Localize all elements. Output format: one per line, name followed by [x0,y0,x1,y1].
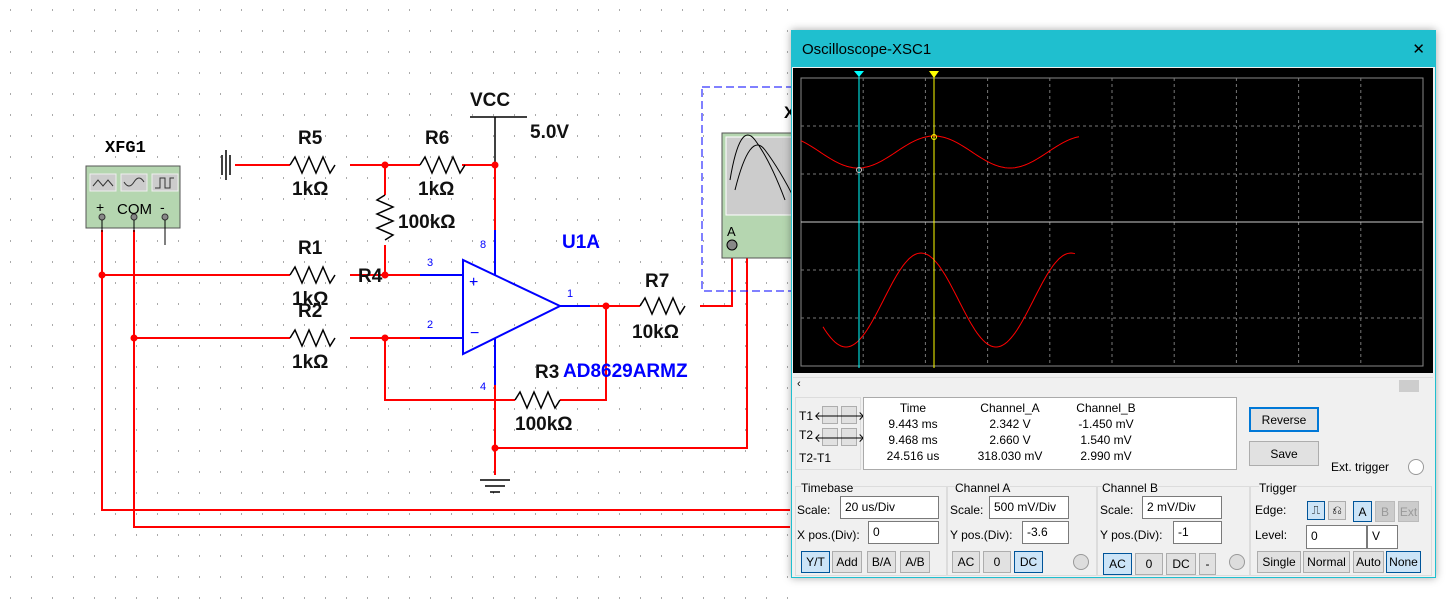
channel-a-scale-field[interactable]: 500 mV/Div [989,496,1069,519]
window-title: Oscilloscope-XSC1 [802,40,932,58]
scroll-thumb[interactable] [1399,380,1419,392]
channel-b-dc-button[interactable]: DC [1166,553,1196,575]
timebase-xpos-label: X pos.(Div): [797,528,860,542]
measure-row-diff: 24.516 us 318.030 mV 2.990 mV [886,449,1132,463]
r6-value: 1kΩ [418,179,454,200]
channel-b-ac-button[interactable]: AC [1103,553,1132,575]
xfg-pin-com: COM [117,201,152,218]
svg-text:1: 1 [567,288,573,300]
channel-b-trace [822,252,1076,348]
r4-ref: R4 [358,266,383,287]
vcc-label: VCC [470,90,510,111]
timebase-xpos-field[interactable]: 0 [868,521,939,544]
timebase-scale-label: Scale: [797,503,831,517]
timebase-title: Timebase [801,481,854,495]
labels: VCC 5.0V R5 1kΩ R6 1kΩ 100kΩ R4 R1 1kΩ R… [292,90,688,435]
channel-b-ypos-field[interactable]: -1 [1173,521,1222,544]
trigger-normal-button[interactable]: Normal [1303,551,1350,573]
channel-a-ypos-label: Y pos.(Div): [950,528,1013,542]
trigger-level-field[interactable]: 0 [1306,525,1367,549]
t1-right-button[interactable]: 🡒 [833,406,865,424]
channel-a-color-radio[interactable] [1073,554,1089,570]
trigger-title: Trigger [1259,481,1297,495]
title-bar[interactable]: Oscilloscope-XSC1 ✕ [792,31,1435,67]
channel-b-minus-button[interactable]: - [1199,553,1216,575]
r6-ref: R6 [425,128,449,149]
r1-ref: R1 [298,238,323,259]
measure-row-t1: 9.443 ms 2.342 V -1.450 mV [888,417,1134,431]
r7-value: 10kΩ [632,322,679,343]
t2-right-button[interactable]: 🡒 [833,428,865,446]
horizontal-scrollbar[interactable]: ‹ [793,377,1433,393]
close-icon[interactable]: ✕ [1412,40,1425,58]
channel-a-title: Channel A [955,481,1011,495]
xfg-pin-plus: + [96,199,104,215]
ext-trigger-radio[interactable] [1408,459,1424,475]
r3-value: 100kΩ [515,414,573,435]
opamp-ref: U1A [562,232,600,253]
r5-ref: R5 [298,128,323,149]
r2-ref: R2 [298,301,322,322]
mode-yt-button[interactable]: Y/T [801,551,830,573]
trigger-auto-button[interactable]: Auto [1353,551,1384,573]
scope-pin-a: A [727,224,736,239]
trigger-none-button[interactable]: None [1386,551,1421,573]
trigger-single-button[interactable]: Single [1257,551,1301,573]
channel-b-scale-label: Scale: [1100,503,1134,517]
r7-ref: R7 [645,271,669,292]
svg-text:3: 3 [427,257,433,269]
channel-a-ypos-field[interactable]: -3.6 [1022,521,1069,544]
function-generator-xfg1[interactable]: XFG1 + COM - [85,139,181,245]
trigger-source-a-button[interactable]: A [1353,501,1372,522]
svg-text:8: 8 [480,239,486,251]
channel-a-scale-label: Scale: [950,503,984,517]
vcc-value: 5.0V [530,122,569,143]
rising-edge-icon[interactable]: ⎍ [1307,501,1325,520]
t2-label: T2 [799,428,814,442]
channel-a-ac-button[interactable]: AC [952,551,980,573]
t1-label: T1 [799,409,814,423]
svg-text:−: − [470,325,479,342]
trigger-edge-label: Edge: [1255,503,1287,517]
channel-a-trace [800,135,1080,169]
trigger-unit-field[interactable]: V [1367,525,1398,549]
opamp-part: AD8629ARMZ [563,361,688,382]
r4-value: 100kΩ [398,212,456,233]
channel-a-zero-button[interactable]: 0 [983,551,1011,573]
reverse-button[interactable]: Reverse [1249,407,1319,432]
scroll-left-icon[interactable]: ‹ [797,378,801,390]
ext-trigger-label: Ext. trigger [1331,460,1390,474]
mode-ab-button[interactable]: A/B [900,551,930,573]
channel-a-dc-button[interactable]: DC [1014,551,1043,573]
r3-ref: R3 [535,362,559,383]
channel-b-zero-button[interactable]: 0 [1135,553,1163,575]
r5-value: 1kΩ [292,179,328,200]
t2-t1-label: T2-T1 [799,451,832,465]
trigger-level-label: Level: [1255,528,1288,542]
svg-text:4: 4 [480,381,486,393]
oscilloscope-window[interactable]: Oscilloscope-XSC1 ✕ ‹ T1 🡐 🡒 T2 🡐 🡒 T2-T… [791,30,1436,578]
r2-value: 1kΩ [292,352,328,373]
mode-ba-button[interactable]: B/A [867,551,896,573]
mode-add-button[interactable]: Add [832,551,862,573]
trigger-source-ext-button[interactable]: Ext [1398,501,1419,522]
timebase-scale-field[interactable]: 20 us/Div [840,496,939,519]
channel-b-scale-field[interactable]: 2 mV/Div [1142,496,1222,519]
measurement-table: Time Channel_A Channel_B 9.443 ms 2.342 V -1… [863,397,1237,470]
xfg-label: XFG1 [105,139,146,158]
cursor-t1-handle-icon[interactable] [854,71,864,77]
trigger-source-b-button[interactable]: B [1375,501,1395,522]
channel-b-color-radio[interactable] [1229,554,1245,570]
scope-icon[interactable]: A X [701,86,798,292]
scope-display[interactable] [793,68,1433,373]
svg-text:2: 2 [427,319,433,331]
channel-b-ypos-label: Y pos.(Div): [1100,528,1163,542]
channel-b-title: Channel B [1102,481,1159,495]
measure-row-t2: 9.468 ms 2.660 V 1.540 mV [888,433,1132,447]
save-button[interactable]: Save [1249,441,1319,466]
falling-edge-icon[interactable]: ⎌ [1328,501,1346,520]
xfg-pin-minus: - [160,199,165,215]
svg-text:+: + [469,274,478,291]
cursor-t2-handle-icon[interactable] [929,71,939,78]
